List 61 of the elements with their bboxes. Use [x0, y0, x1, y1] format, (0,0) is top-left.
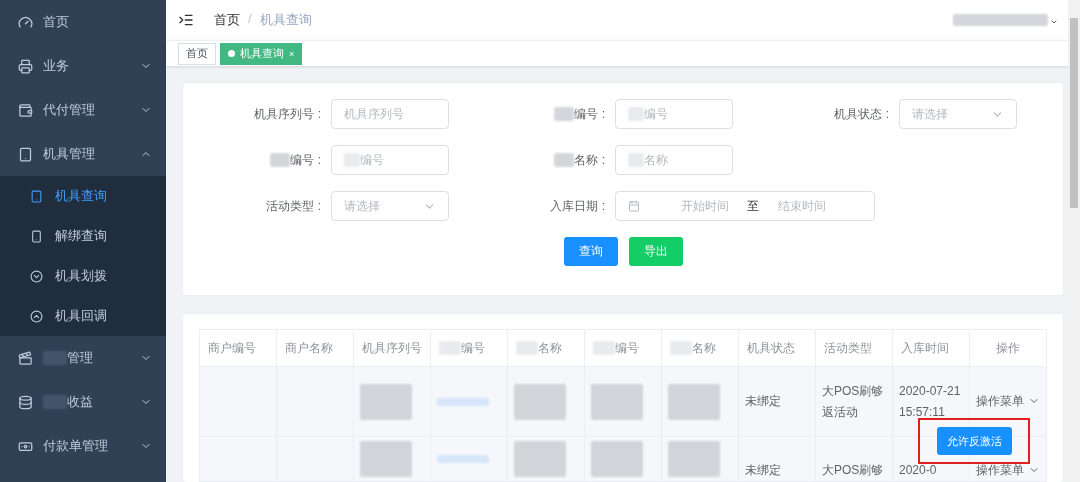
caret-icon[interactable] [1050, 18, 1058, 26]
cell-text: 大POS刷够返活动 [822, 383, 885, 421]
redaction-block [554, 107, 575, 121]
field-label: 编号 : [183, 151, 331, 169]
cell-text: 未绑定 [745, 461, 781, 479]
dropdown-menu-link[interactable]: 操作菜单 [976, 391, 1040, 412]
cell-text: 未绑定 [745, 393, 781, 411]
date-range-field[interactable]: 开始时间 至 结束时间 [615, 191, 875, 221]
redaction-block [437, 455, 489, 463]
redaction-block [270, 153, 291, 167]
dropdown-menu-link[interactable]: 操作菜单 [976, 459, 1040, 480]
tab[interactable]: 首页 [178, 42, 216, 65]
redaction-block [514, 383, 566, 420]
menu-item[interactable]: 付款单管理 [0, 424, 166, 468]
menu-icon [30, 189, 43, 203]
menu-item[interactable]: 管理 [0, 336, 166, 380]
menu-icon [30, 309, 43, 323]
dropdown-menu-item[interactable]: 允许反激活 [936, 427, 1012, 455]
redaction-block [437, 397, 489, 406]
breadcrumb-link[interactable]: 首页 [214, 11, 240, 29]
submenu-item[interactable]: 机具查询 [0, 176, 166, 216]
field-label: 机具状态 : [833, 105, 890, 123]
action-button[interactable]: 查询 [563, 237, 618, 266]
menu-item[interactable]: 首页 [0, 0, 166, 44]
cell-text: 大POS刷够 [822, 461, 884, 479]
dot-icon [228, 50, 235, 57]
redaction-block [514, 441, 566, 477]
field-label: 入库日期 : [549, 197, 606, 215]
menu-icon [18, 350, 33, 366]
field-label: 编号 : [459, 105, 615, 123]
field-label: 活动类型 : [265, 197, 322, 215]
submenu-item[interactable]: 解绑查询 [0, 216, 166, 256]
field-label: 机具序列号 : [253, 105, 322, 123]
menu-icon [18, 394, 33, 410]
menu-item[interactable]: 业务 [0, 44, 166, 88]
cell-text: 2020-0 [899, 461, 937, 479]
scrollbar-thumb[interactable] [1070, 18, 1078, 208]
submenu-item[interactable]: 机具回调 [0, 296, 166, 336]
menu-icon [30, 229, 43, 243]
menu-item[interactable]: 机具管理 [0, 132, 166, 176]
redaction-block [591, 383, 643, 420]
redaction-block [360, 383, 412, 420]
submenu-item[interactable]: 机具划拨 [0, 256, 166, 296]
menu-icon [18, 102, 33, 118]
breadcrumb-separator: / [248, 11, 252, 28]
redaction-block [591, 441, 643, 477]
redaction-block [360, 441, 412, 477]
menu-icon [30, 269, 43, 283]
calendar-icon [628, 200, 640, 212]
menu-icon [18, 146, 33, 162]
menu-item[interactable]: 收益 [0, 380, 166, 424]
redaction-block [554, 153, 575, 167]
scrollbar[interactable] [1068, 0, 1080, 482]
field-label: 名称 : [459, 151, 615, 169]
menu-item[interactable]: 代付管理 [0, 88, 166, 132]
redaction-block [668, 441, 720, 477]
cell-text: 2020-07-21 15:57:11 [899, 383, 962, 421]
redaction-block [668, 383, 720, 420]
menu-icon [18, 58, 33, 74]
menu-toggle-icon[interactable] [178, 12, 194, 28]
menu-icon [18, 14, 33, 30]
